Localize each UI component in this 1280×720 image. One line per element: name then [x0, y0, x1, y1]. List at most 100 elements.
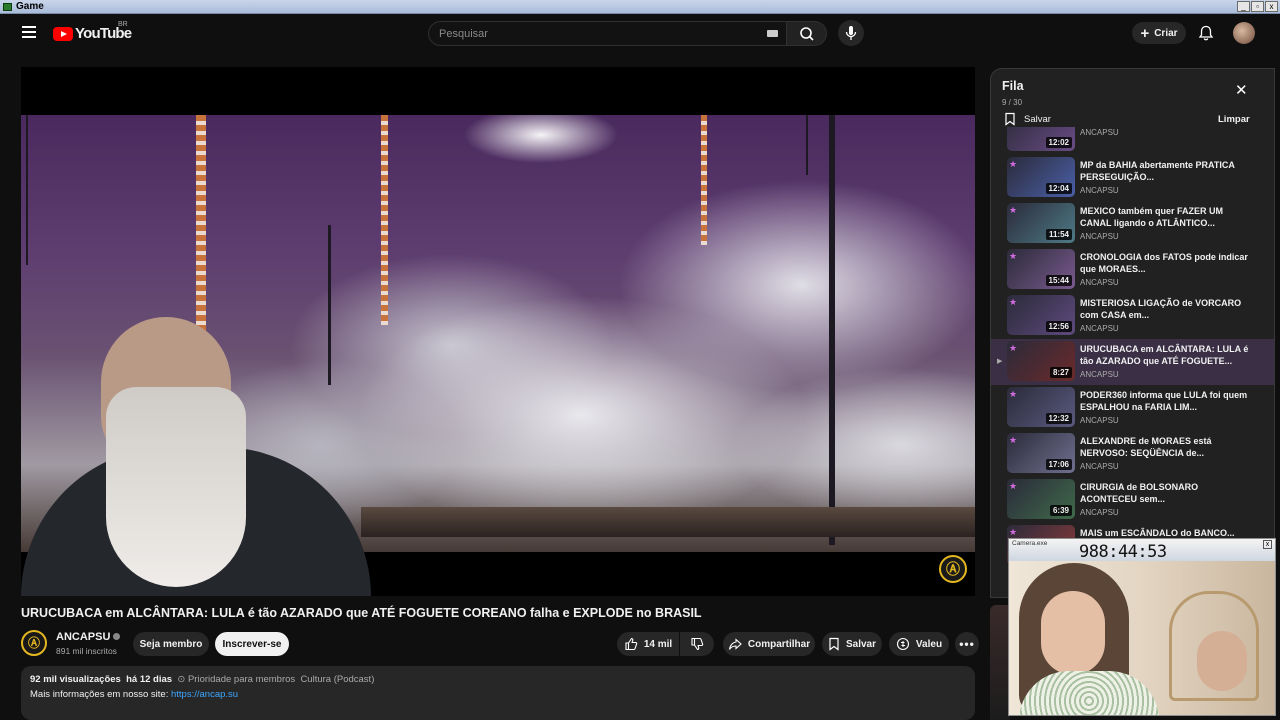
subscribe-button[interactable]: Inscrever-se: [215, 632, 289, 656]
queue-thumbnail[interactable]: ★ 17:06: [1007, 433, 1075, 473]
channel-avatar[interactable]: Ⓐ: [21, 630, 47, 656]
presenter-webcam: [21, 317, 371, 596]
save-label: Salvar: [845, 638, 877, 650]
queue-thumbnail[interactable]: ★12:02: [1007, 127, 1075, 151]
maximize-button[interactable]: ▫: [1251, 1, 1264, 12]
minimize-button[interactable]: _: [1237, 1, 1250, 12]
star-icon: ★: [1009, 159, 1018, 169]
thumbs-down-icon: [691, 637, 704, 651]
launch-tower: [196, 115, 206, 345]
queue-item[interactable]: ▶ ★ 8:27 URUCUBACA em ALCÂNTARA: LULA é tão…: [991, 339, 1274, 385]
queue-close-icon[interactable]: ✕: [1235, 83, 1248, 98]
search-box: [428, 21, 787, 46]
dislike-button[interactable]: [680, 632, 714, 656]
queue-item[interactable]: ★ 17:06 ALEXANDRE de MORAES está NERVOSO: …: [991, 431, 1274, 477]
channel-name[interactable]: ANCAPSU: [56, 631, 110, 643]
queue-item-meta: AMERICANA para o ESPAÇO:...ANCAPSU: [1080, 127, 1250, 137]
queue-item[interactable]: ★ 12:56 MISTERIOSA LIGAÇÃO de VORCARO com …: [991, 293, 1274, 339]
queue-item-title[interactable]: URUCUBACA em ALCÂNTARA: LULA é tão AZARA…: [1080, 343, 1250, 367]
website-link[interactable]: https://ancap.su: [171, 689, 238, 700]
thanks-label: Valeu: [915, 638, 943, 650]
window-controls: _ ▫ x: [1237, 1, 1278, 12]
queue-item[interactable]: ★ 11:54 MEXICO também quer FAZER UM CANAL …: [991, 201, 1274, 247]
user-avatar[interactable]: [1233, 22, 1255, 44]
queue-item-title[interactable]: CRONOLOGIA dos FATOS pode indicar que MO…: [1080, 251, 1250, 275]
queue-save-button[interactable]: Salvar: [1004, 112, 1051, 126]
queue-item-meta: URUCUBACA em ALCÂNTARA: LULA é tão AZARA…: [1080, 343, 1250, 379]
queue-item-meta: ALEXANDRE de MORAES está NERVOSO: SEQÜÊN…: [1080, 435, 1250, 471]
create-button[interactable]: + Criar: [1132, 22, 1186, 44]
star-icon: ★: [1009, 527, 1018, 537]
queue-thumbnail[interactable]: ★ 12:56: [1007, 295, 1075, 335]
queue-item[interactable]: ★ 15:44 CRONOLOGIA dos FATOS pode indicar …: [991, 247, 1274, 293]
duration-badge: 12:56: [1045, 321, 1072, 332]
keyboard-icon[interactable]: [767, 30, 778, 37]
channel-name-wrap[interactable]: ANCAPSU: [56, 631, 121, 643]
channel-watermark[interactable]: Ⓐ: [939, 555, 967, 583]
queue-item-title[interactable]: PODER360 informa que LULA foi quem ESPAL…: [1080, 389, 1250, 413]
join-button[interactable]: Seja membro: [133, 632, 209, 656]
queue-thumbnail[interactable]: ★ 15:44: [1007, 249, 1075, 289]
queue-item-title[interactable]: MISTERIOSA LIGAÇÃO de VORCARO com CASA e…: [1080, 297, 1250, 321]
youtube-logo[interactable]: YouTube BR: [53, 21, 132, 42]
video-title: URUCUBACA em ALCÂNTARA: LULA é tão AZARA…: [21, 606, 702, 620]
share-button[interactable]: Compartilhar: [723, 632, 815, 656]
queue-item-title[interactable]: CIRURGIA de BOLSONARO ACONTECEU sem...: [1080, 481, 1250, 505]
webcam-feed: [1009, 561, 1275, 715]
queue-list: ★12:02 AMERICANA para o ESPAÇO:...ANCAPSU…: [991, 127, 1274, 597]
like-count: 14 mil: [643, 638, 673, 650]
join-label: Seja membro: [139, 638, 203, 650]
share-label: Compartilhar: [747, 638, 811, 650]
menu-icon[interactable]: [22, 26, 36, 38]
queue-thumbnail[interactable]: ★ 12:04: [1007, 157, 1075, 197]
search-input[interactable]: [439, 26, 739, 42]
masthead: YouTube BR + Criar: [5, 15, 1275, 51]
save-button[interactable]: Salvar: [822, 632, 882, 656]
webcam-overlay-window[interactable]: Camera.exe 988:44:53 x: [1008, 538, 1276, 716]
queue-item-title[interactable]: MEXICO também quer FAZER UM CANAL ligand…: [1080, 205, 1250, 229]
like-button[interactable]: 14 mil: [617, 632, 679, 656]
bell-icon: [1198, 25, 1214, 41]
queue-thumbnail[interactable]: ★ 11:54: [1007, 203, 1075, 243]
queue-item-title[interactable]: MP da BAHIA abertamente PRATICA PERSEGUI…: [1080, 159, 1250, 183]
microphone-icon: [845, 26, 857, 40]
queue-thumbnail[interactable]: ★ 6:39: [1007, 479, 1075, 519]
search-button[interactable]: [787, 21, 827, 46]
notifications-button[interactable]: [1197, 24, 1215, 42]
duration-badge: 11:54: [1045, 229, 1072, 240]
voice-search-button[interactable]: [838, 20, 864, 46]
queue-item-channel: ANCAPSU: [1080, 186, 1119, 195]
queue-clear-button[interactable]: Limpar: [1218, 114, 1250, 125]
queue-item[interactable]: ★ 6:39 CIRURGIA de BOLSONARO ACONTECEU sem…: [991, 477, 1274, 523]
queue-item[interactable]: ★ 12:32 PODER360 informa que LULA foi quem…: [991, 385, 1274, 431]
more-icon: •••: [959, 637, 975, 651]
queue-thumbnail[interactable]: ★ 8:27: [1007, 341, 1075, 381]
create-label: Criar: [1154, 27, 1178, 39]
fence: [361, 507, 975, 537]
overlay-titlebar[interactable]: Camera.exe 988:44:53 x: [1009, 539, 1275, 562]
queue-item-channel: ANCAPSU: [1080, 370, 1119, 379]
description-box[interactable]: 92 mil visualizações há 12 dias ⊙ Priori…: [21, 666, 975, 720]
video-player[interactable]: Ⓐ: [21, 67, 975, 596]
queue-item-channel: ANCAPSU: [1080, 462, 1119, 471]
bookmark-icon: [1005, 112, 1015, 126]
queue-item[interactable]: ★12:02 AMERICANA para o ESPAÇO:...ANCAPSU: [991, 127, 1274, 155]
close-window-button[interactable]: x: [1265, 1, 1278, 12]
queue-item[interactable]: ★ 12:04 MP da BAHIA abertamente PRATICA PE…: [991, 155, 1274, 201]
star-icon: ★: [1009, 205, 1018, 215]
queue-thumbnail[interactable]: ★ 12:32: [1007, 387, 1075, 427]
queue-item-title[interactable]: ALEXANDRE de MORAES está NERVOSO: SEQÜÊN…: [1080, 435, 1250, 459]
star-icon: ★: [1009, 297, 1018, 307]
more-actions-button[interactable]: •••: [955, 632, 979, 656]
pole: [806, 115, 808, 175]
queue-item-channel: ANCAPSU: [1080, 278, 1119, 287]
recommendation-peek[interactable]: [990, 605, 1010, 720]
duration-badge: 15:44: [1045, 275, 1072, 286]
thanks-button[interactable]: Valeu: [889, 632, 949, 656]
duration-badge: 6:39: [1049, 505, 1072, 516]
search-icon: [800, 27, 814, 41]
app-icon: [3, 3, 12, 11]
duration-badge: 8:27: [1049, 367, 1072, 378]
star-icon: ★: [1009, 481, 1018, 491]
overlay-close-icon[interactable]: x: [1263, 540, 1272, 549]
